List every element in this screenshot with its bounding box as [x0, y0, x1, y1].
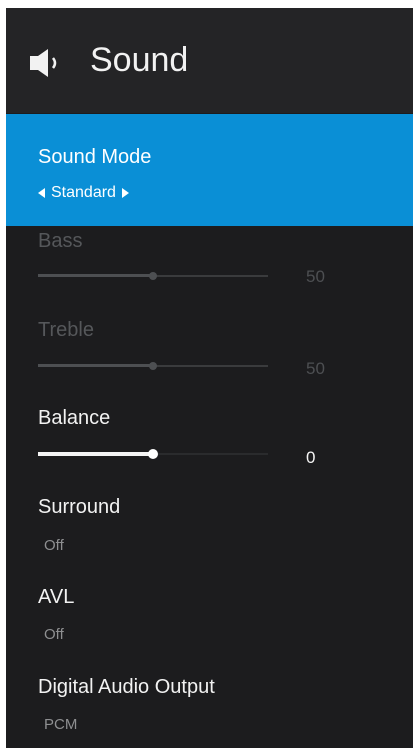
arrow-right-icon[interactable] — [121, 188, 129, 198]
balance-slider-fill — [38, 452, 153, 456]
surround-value: Off — [44, 537, 64, 554]
treble-slider — [38, 360, 268, 372]
menu-header: Sound — [6, 8, 413, 113]
bass-slider — [38, 270, 268, 282]
treble-value: 50 — [306, 359, 325, 378]
sound-mode-label: Sound Mode — [38, 146, 152, 168]
treble-slider-fill — [38, 364, 153, 367]
balance-slider[interactable] — [38, 448, 268, 460]
sound-menu-panel: Sound Sound Mode Standard Bass 50 Treble… — [6, 8, 413, 748]
bass-label: Bass — [38, 230, 83, 252]
digital-audio-output-label: Digital Audio Output — [38, 676, 215, 698]
surround-item[interactable]: Surround Off — [6, 490, 413, 570]
bass-value: 50 — [306, 267, 325, 286]
speaker-icon — [30, 49, 57, 77]
digital-audio-output-item[interactable]: Digital Audio Output PCM — [6, 668, 413, 748]
sound-mode-item[interactable]: Sound Mode Standard — [6, 114, 413, 226]
sound-mode-selector[interactable]: Standard — [38, 184, 129, 202]
avl-value: Off — [44, 626, 64, 643]
arrow-left-icon[interactable] — [38, 188, 45, 198]
bass-slider-fill — [38, 274, 153, 277]
surround-label: Surround — [38, 496, 121, 518]
avl-item[interactable]: AVL Off — [6, 578, 413, 658]
sound-mode-value: Standard — [51, 184, 116, 201]
balance-value: 0 — [306, 448, 316, 467]
treble-label: Treble — [38, 319, 94, 341]
balance-label: Balance — [38, 407, 111, 429]
avl-label: AVL — [38, 586, 75, 608]
digital-audio-output-value: PCM — [44, 716, 78, 733]
bass-slider-knob — [149, 272, 157, 280]
treble-slider-knob — [149, 362, 157, 370]
page-title: Sound — [90, 41, 189, 79]
balance-slider-knob[interactable] — [148, 449, 158, 459]
